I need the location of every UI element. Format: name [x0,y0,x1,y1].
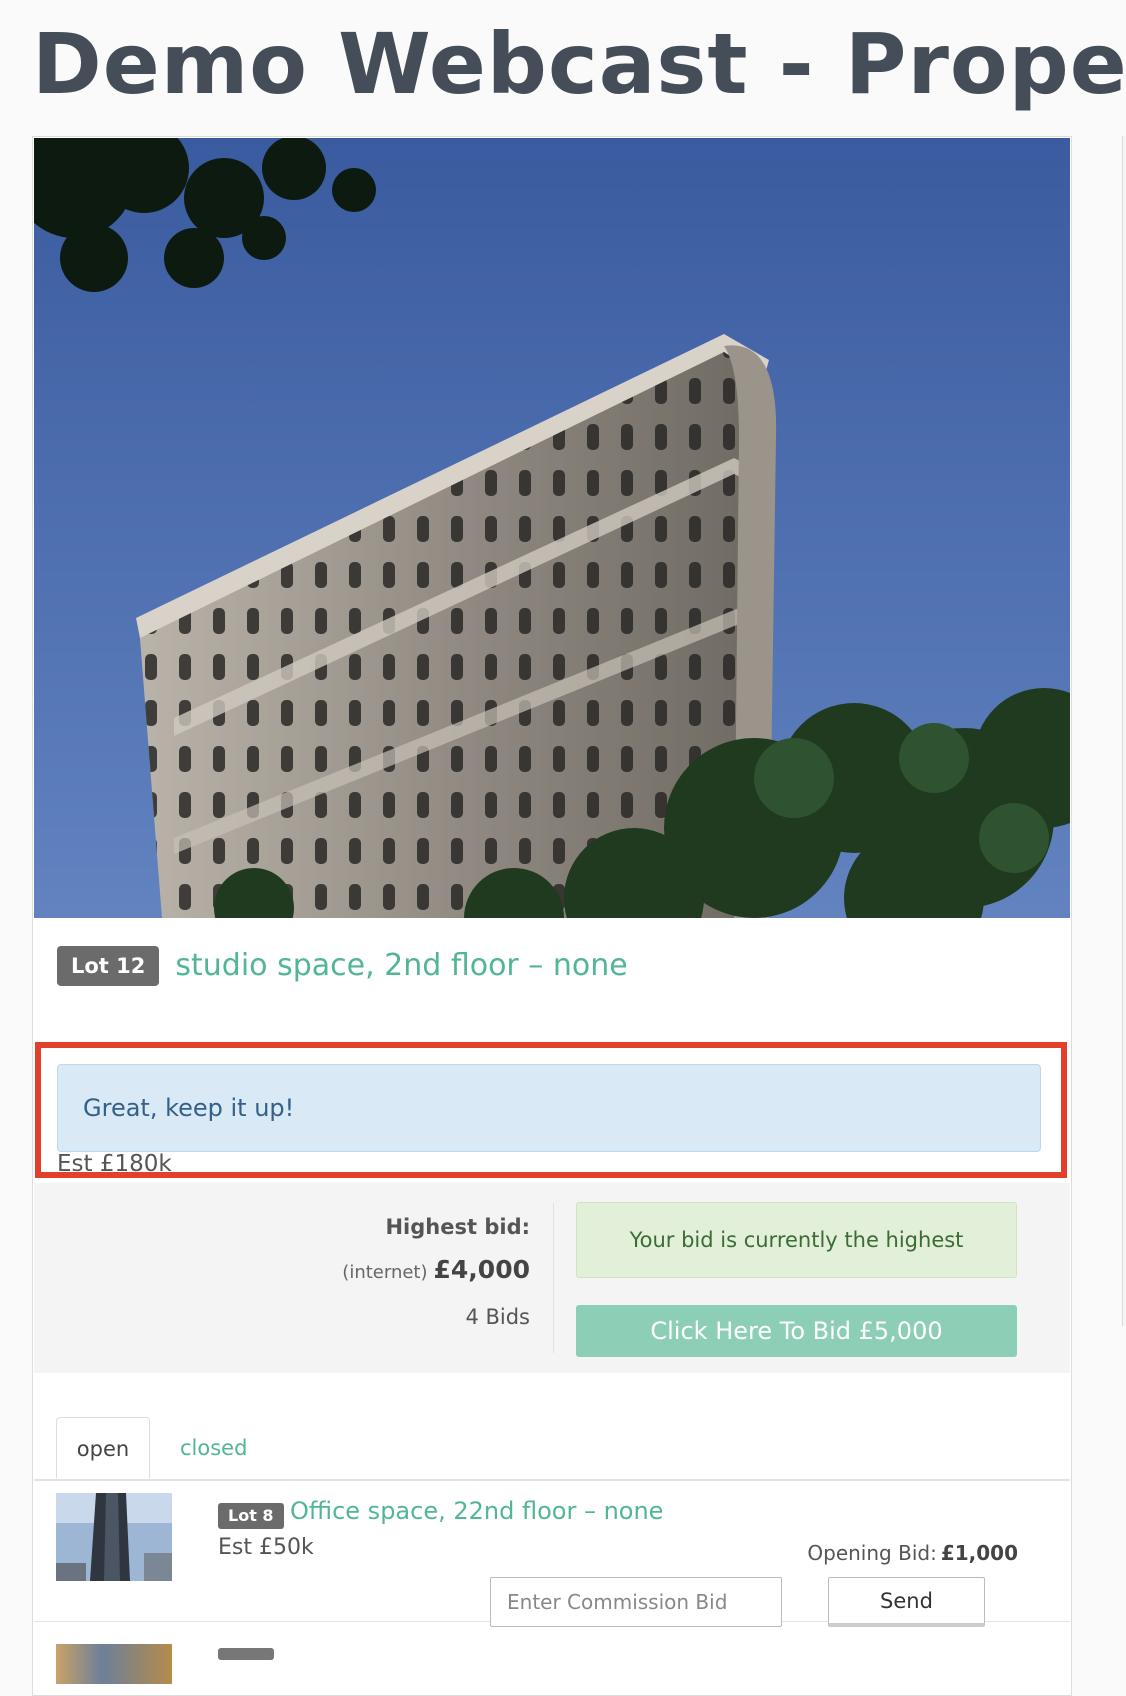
list-item [34,1622,1070,1695]
highest-bid-amount: £4,000 [433,1255,530,1284]
opening-bid-value: £1,000 [940,1541,1018,1565]
bid-panel: Highest bid: (internet) £4,000 4 Bids You… [34,1183,1070,1373]
highest-bid-value: (internet) £4,000 [342,1255,530,1284]
opening-bid-label: Opening Bid: [807,1541,937,1565]
highest-bid-label: Highest bid: [385,1215,530,1239]
list-item: Lot 8 Office space, 22nd floor – none Es… [34,1481,1070,1627]
lot-tabs: open closed [34,1401,1070,1481]
place-bid-button[interactable]: Click Here To Bid £5,000 [576,1305,1017,1357]
lot-hero-image [34,138,1070,918]
commission-bid-input[interactable] [490,1577,782,1627]
item-lot-badge: Lot 8 [218,1503,284,1529]
opening-bid: Opening Bid: £1,000 [807,1541,1018,1565]
tab-closed[interactable]: closed [180,1417,247,1479]
divider [553,1203,554,1353]
highest-bidder-alert: Your bid is currently the highest [576,1202,1017,1278]
lot-thumbnail[interactable] [56,1493,172,1581]
sidebar-edge [1122,136,1126,1326]
bid-count: 4 Bids [465,1305,530,1329]
lot-card: Lot 12 studio space, 2nd floor – none Es… [32,136,1072,1696]
lot-thumbnail[interactable] [56,1644,172,1684]
lot-title-link[interactable]: studio space, 2nd floor – none [175,948,627,984]
item-lot-badge [218,1648,274,1660]
page-title: Demo Webcast - Propert [32,15,1126,113]
lot-badge: Lot 12 [57,946,160,986]
bid-source: (internet) [342,1262,428,1283]
item-estimate: Est £50k [218,1535,314,1560]
lot-header: Lot 12 studio space, 2nd floor – none [57,945,628,987]
tab-open[interactable]: open [56,1417,150,1479]
send-button[interactable]: Send [828,1577,985,1627]
highlight-frame [35,1042,1067,1178]
item-title-link[interactable]: Office space, 22nd floor – none [290,1497,663,1525]
